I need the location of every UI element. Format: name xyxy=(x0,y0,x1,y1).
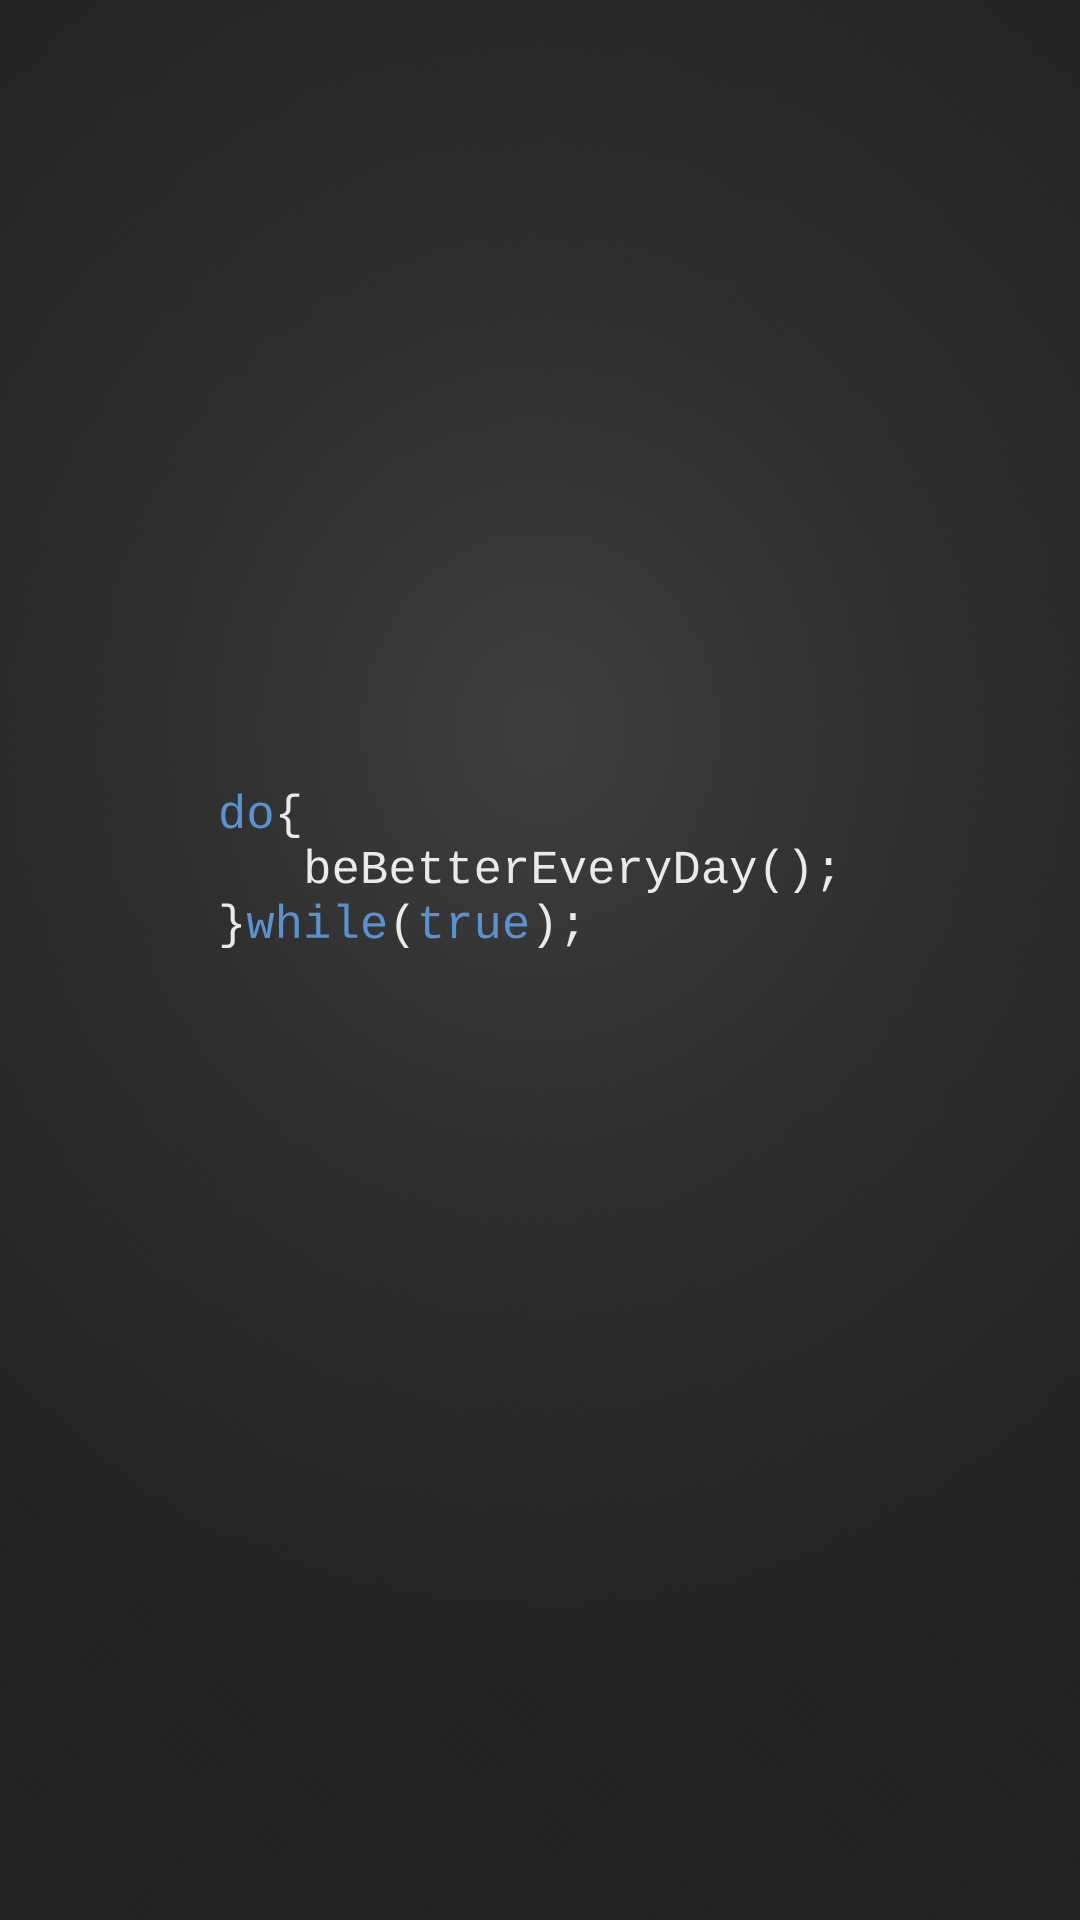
brace-open: { xyxy=(275,790,303,843)
keyword-do: do xyxy=(218,790,275,843)
function-call: beBetterEveryDay(); xyxy=(303,845,843,898)
paren-close-semi: ); xyxy=(530,900,587,953)
literal-true: true xyxy=(417,900,531,953)
paren-open: ( xyxy=(388,900,416,953)
brace-close: } xyxy=(218,900,246,953)
indent xyxy=(218,845,303,898)
keyword-while: while xyxy=(246,900,388,953)
code-snippet: do{ beBetterEveryDay(); }while(true); xyxy=(218,790,843,955)
